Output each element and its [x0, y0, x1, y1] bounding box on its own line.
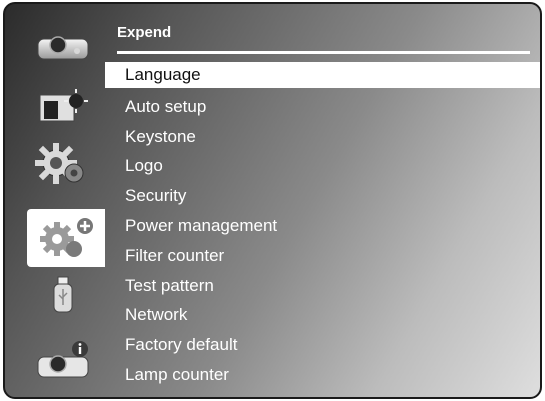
menu-icon-sidebar [5, 4, 105, 397]
picture-adjust-icon[interactable] [25, 84, 101, 130]
menu-item-keystone[interactable]: Keystone [105, 122, 540, 152]
expand-gear-icon[interactable] [27, 209, 105, 267]
menu-item-auto-setup[interactable]: Auto setup [105, 92, 540, 122]
osd-menu-frame: Expend Language Auto setup Keystone Logo… [3, 2, 542, 399]
settings-gear-icon[interactable] [25, 142, 101, 188]
menu-item-factory-default[interactable]: Factory default [105, 330, 540, 360]
expend-menu-list: Language Auto setup Keystone Logo Securi… [105, 62, 540, 390]
menu-title: Expend [117, 24, 172, 41]
menu-item-network[interactable]: Network [105, 300, 540, 330]
menu-item-test-pattern[interactable]: Test pattern [105, 271, 540, 301]
usb-memory-icon[interactable] [25, 274, 101, 320]
menu-item-language[interactable]: Language [105, 62, 540, 88]
menu-item-filter-counter[interactable]: Filter counter [105, 241, 540, 271]
menu-item-logo[interactable]: Logo [105, 151, 540, 181]
menu-item-power-management[interactable]: Power management [105, 211, 540, 241]
title-divider [117, 51, 530, 54]
projector-icon[interactable] [25, 22, 101, 68]
menu-item-lamp-counter[interactable]: Lamp counter [105, 360, 540, 390]
menu-item-security[interactable]: Security [105, 181, 540, 211]
projector-info-icon[interactable] [25, 338, 101, 384]
